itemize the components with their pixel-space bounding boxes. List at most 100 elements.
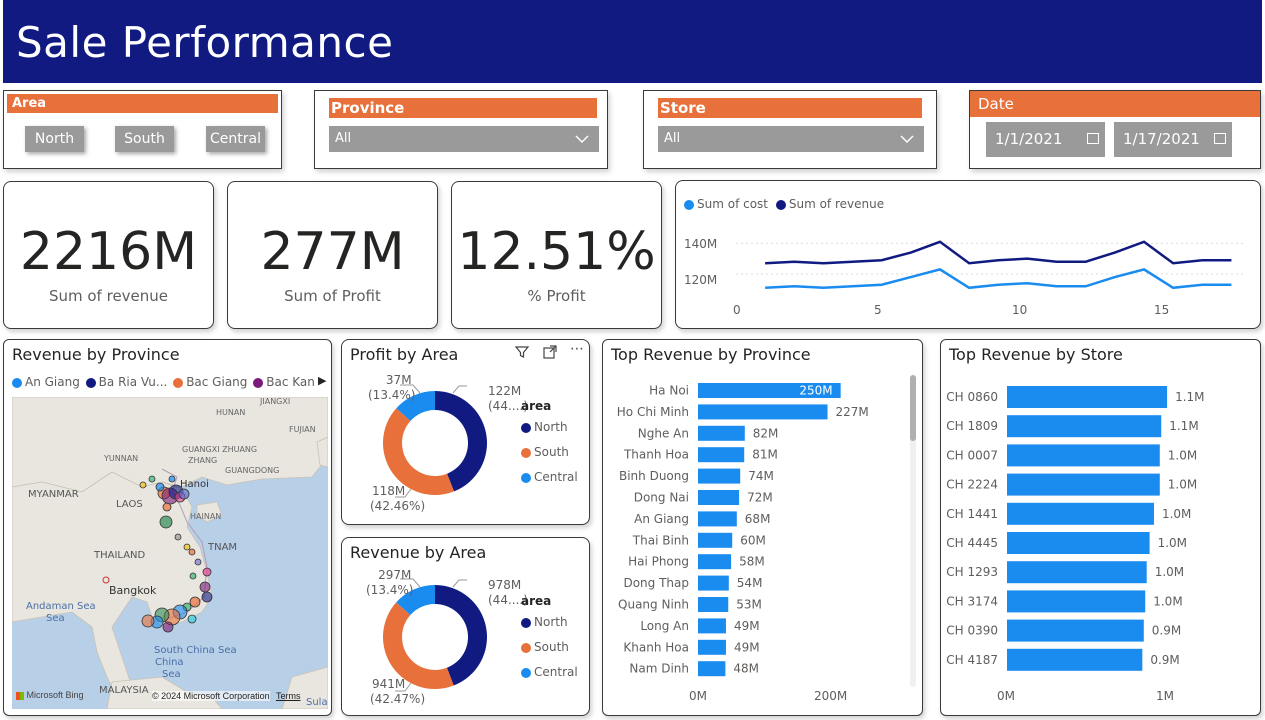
category-label: Ha Noi xyxy=(649,384,689,398)
bar[interactable] xyxy=(1007,415,1162,438)
bar[interactable] xyxy=(1007,473,1160,496)
bar[interactable] xyxy=(1007,444,1160,467)
area-option-central[interactable]: Central xyxy=(206,126,265,152)
kpi-label: Sum of revenue xyxy=(48,287,169,305)
series-line-revenue[interactable] xyxy=(765,240,1232,265)
bar[interactable] xyxy=(698,511,737,527)
x-tick-label: 0M xyxy=(689,689,707,703)
revenue-by-area-donut[interactable]: Revenue by Area 297M (13.4%) 978M (44....)… xyxy=(341,537,590,716)
category-label: CH 3174 xyxy=(946,594,998,608)
calendar-icon[interactable] xyxy=(1214,133,1226,144)
province-bubble xyxy=(194,558,202,566)
map-terms-link[interactable]: Terms xyxy=(276,691,301,701)
data-label: 1.0M xyxy=(1162,507,1191,521)
data-label: 82M xyxy=(753,426,779,440)
bar[interactable] xyxy=(1007,619,1144,642)
category-label: Long An xyxy=(640,619,689,633)
bar[interactable] xyxy=(1007,386,1168,408)
bar[interactable] xyxy=(698,661,726,677)
bar[interactable] xyxy=(698,618,726,634)
legend-item[interactable]: Ba Ria Vu... xyxy=(85,375,167,389)
province-bubble xyxy=(188,548,196,556)
province-slicer: Province All xyxy=(314,90,608,169)
legend-item-central[interactable]: Central xyxy=(521,465,578,490)
top-revenue-by-province-chart[interactable]: Top Revenue by Province Ha Noi 250M Ho Chi… xyxy=(602,339,923,716)
bar[interactable] xyxy=(698,404,828,420)
y-tick-label: 120M xyxy=(684,273,717,287)
map-label: MALAYSIA xyxy=(99,685,149,696)
store-slicer: Store All xyxy=(643,90,937,169)
x-tick-label: 200M xyxy=(814,689,848,703)
series-line-cost[interactable] xyxy=(765,268,1232,290)
province-bubble xyxy=(183,543,191,551)
map-legend: An Giang Ba Ria Vu... Bac Giang Bac Kan xyxy=(12,375,315,389)
category-label: Nam Dinh xyxy=(629,662,689,676)
bar[interactable] xyxy=(698,639,726,655)
data-label: 60M xyxy=(740,533,766,547)
bar[interactable] xyxy=(698,554,732,570)
bar[interactable] xyxy=(1007,561,1147,584)
bar[interactable] xyxy=(698,597,729,612)
store-dropdown[interactable]: All xyxy=(658,126,924,152)
bing-logo: Microsoft Bing xyxy=(16,690,84,700)
donut-slice-south[interactable] xyxy=(383,602,454,689)
data-label: 49M xyxy=(734,640,760,654)
map-label: ZHANG xyxy=(188,456,217,465)
province-dropdown[interactable]: All xyxy=(329,126,599,152)
bar[interactable] xyxy=(1007,532,1150,554)
province-bubble xyxy=(159,515,173,529)
province-bubble xyxy=(141,614,155,628)
donut-label: 37M (13.4%) xyxy=(368,373,416,402)
data-label: 1.0M xyxy=(1155,565,1184,579)
kpi-card-profit[interactable]: 277M Sum of Profit xyxy=(227,181,438,329)
category-label: Dong Thap xyxy=(623,576,689,590)
legend-item-south[interactable]: South xyxy=(521,440,578,465)
map-copyright: © 2024 Microsoft Corporation xyxy=(152,691,270,701)
map-label: Hanoi xyxy=(180,479,209,490)
bar[interactable] xyxy=(698,425,745,441)
province-bubble xyxy=(148,475,156,483)
page-title: Sale Performance xyxy=(16,18,394,67)
category-label: Binh Duong xyxy=(619,469,689,483)
area-option-south[interactable]: South xyxy=(115,126,174,152)
legend-item-north[interactable]: North xyxy=(521,415,578,440)
category-label: CH 1293 xyxy=(946,565,998,579)
top-revenue-by-store-chart[interactable]: Top Revenue by Store CH 0860 1.1M CH 1809 1… xyxy=(940,339,1261,716)
legend-next-arrow-icon[interactable]: ▶ xyxy=(318,374,326,387)
bar[interactable] xyxy=(698,490,740,505)
scrollbar[interactable] xyxy=(910,375,916,687)
data-label: 74M xyxy=(748,469,774,483)
kpi-card-profit-percent[interactable]: 12.51% % Profit xyxy=(451,181,662,329)
date-start-input[interactable]: 1/1/2021 xyxy=(986,122,1105,157)
bar[interactable] xyxy=(1007,648,1143,671)
legend-item-north[interactable]: North xyxy=(521,610,578,635)
calendar-icon[interactable] xyxy=(1087,133,1099,144)
legend-item[interactable]: Bac Kan xyxy=(253,375,315,389)
date-end-input[interactable]: 1/17/2021 xyxy=(1114,122,1232,157)
province-bubble xyxy=(155,482,165,492)
legend-item[interactable]: An Giang xyxy=(12,375,80,389)
legend-item-central[interactable]: Central xyxy=(521,660,578,685)
bar[interactable] xyxy=(698,575,729,591)
donut-slice-south[interactable] xyxy=(383,408,455,495)
area-option-north[interactable]: North xyxy=(25,126,84,152)
legend-item-south[interactable]: South xyxy=(521,635,578,660)
map-canvas[interactable]: YUNNAN GUANGXI ZHUANG ZHANG GUANGDONG HU… xyxy=(12,397,328,709)
scrollbar-thumb[interactable] xyxy=(910,375,916,441)
revenue-by-province-map[interactable]: Revenue by Province An Giang Ba Ria Vu..… xyxy=(3,339,332,716)
category-label: Hai Phong xyxy=(628,555,689,569)
map-label: JIANGXI xyxy=(259,397,290,406)
donut-label: 297M (13.4%) xyxy=(366,568,414,597)
bar[interactable] xyxy=(1007,502,1154,525)
province-bar-chart: Ha Noi 250M Ho Chi Minh 227M Nghe An 82M Thanh… xyxy=(617,383,869,677)
cost-revenue-line-chart[interactable]: Sum of cost Sum of revenue 140M 120M 0 5… xyxy=(675,180,1261,329)
kpi-card-revenue[interactable]: 2216M Sum of revenue xyxy=(3,181,214,329)
bar[interactable] xyxy=(698,532,733,548)
legend-item[interactable]: Bac Giang xyxy=(173,375,247,389)
profit-by-area-donut[interactable]: Profit by Area ⋯ 37M (13.4%) 122M (44....)… xyxy=(341,339,590,525)
bar[interactable] xyxy=(698,447,745,463)
bar[interactable] xyxy=(698,468,741,484)
leader-line xyxy=(452,385,467,394)
data-label: 1.1M xyxy=(1169,419,1198,433)
bar[interactable] xyxy=(1007,590,1146,613)
